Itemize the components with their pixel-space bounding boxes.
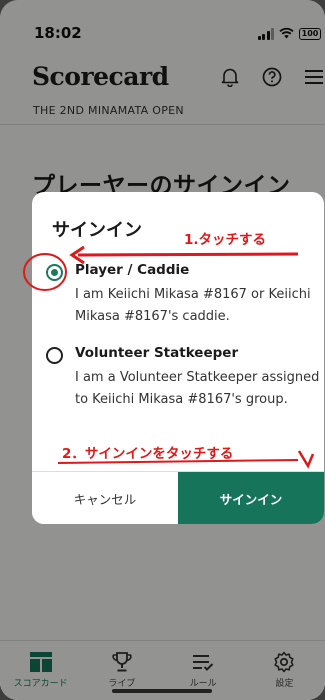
signin-button[interactable]: サインイン (178, 472, 324, 524)
radio-volunteer-statkeeper[interactable] (46, 347, 63, 364)
phone-screen: 18:02 100 Scorecard THE 2ND MINAMATA OPE… (0, 0, 325, 700)
annotation-step-1: 1.タッチする (184, 232, 267, 248)
cancel-button[interactable]: キャンセル (32, 472, 178, 524)
option-description: I am a Volunteer Statkeeper assigned to … (75, 370, 320, 407)
signin-dialog: サインイン Player / Caddie I am Keiichi Mikas… (32, 192, 324, 524)
annotation-step-2: 2．サインインをタッチする (62, 446, 234, 462)
dialog-title: サインイン (52, 220, 142, 241)
option-description: I am Keiichi Mikasa #8167 or Keiichi Mik… (75, 287, 311, 324)
option-title: Player / Caddie (75, 262, 190, 278)
home-indicator (112, 689, 212, 693)
radio-player-caddie[interactable] (46, 264, 63, 281)
option-title: Volunteer Statkeeper (75, 345, 239, 361)
